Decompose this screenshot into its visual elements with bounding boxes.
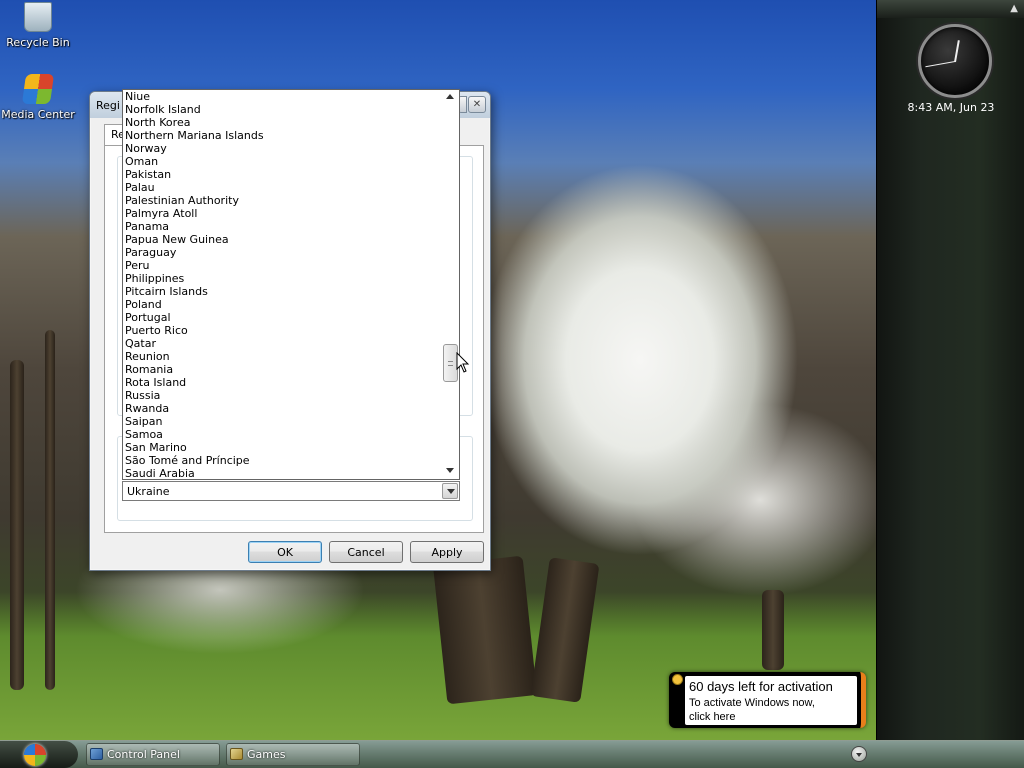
country-list-item[interactable]: São Tomé and Príncipe (123, 454, 443, 467)
close-icon: ✕ (472, 99, 482, 110)
recycle-bin-icon (24, 2, 52, 32)
tree-trunk (10, 360, 24, 690)
taskbar-item-games[interactable]: Games (226, 743, 360, 766)
clock-hour-hand (954, 40, 960, 63)
country-list-item[interactable]: Northern Mariana Islands (123, 129, 443, 142)
ok-button[interactable]: OK (248, 541, 322, 563)
country-list-item[interactable]: Pitcairn Islands (123, 285, 443, 298)
country-list-item[interactable]: Palau (123, 181, 443, 194)
list-scrollbar[interactable] (442, 90, 459, 479)
chevron-down-icon (447, 489, 455, 494)
country-items: Niue Norfolk Island North Korea Northern Ma… (123, 90, 443, 479)
tree-trunk (762, 590, 784, 670)
combobox-value: Ukraine (127, 485, 170, 498)
notification-link[interactable]: click here (689, 711, 735, 723)
desktop-icon-recycle-bin[interactable]: Recycle Bin (0, 0, 76, 49)
tray-expand-button[interactable] (851, 746, 867, 762)
country-list-item[interactable]: Romania (123, 363, 443, 376)
activation-notification[interactable]: 60 days left for activation To activate … (669, 672, 866, 728)
country-list-item[interactable]: Portugal (123, 311, 443, 324)
games-icon (230, 748, 243, 760)
country-list-item[interactable]: Norway (123, 142, 443, 155)
apply-button[interactable]: Apply (410, 541, 484, 563)
chevron-down-icon (856, 753, 862, 757)
country-list-item[interactable]: Russia (123, 389, 443, 402)
notification-text: To activate Windows now, (689, 697, 815, 709)
country-list-item[interactable]: Palestinian Authority (123, 194, 443, 207)
key-icon (672, 674, 683, 685)
country-list-item[interactable]: Qatar (123, 337, 443, 350)
country-list-item[interactable]: Philippines (123, 272, 443, 285)
dialog-title: Regi (96, 99, 120, 112)
country-list-item[interactable]: Oman (123, 155, 443, 168)
country-list-item[interactable]: Saudi Arabia (123, 467, 443, 479)
tree-trunk (432, 555, 538, 705)
notification-title: 60 days left for activation (689, 679, 833, 694)
cancel-button[interactable]: Cancel (329, 541, 403, 563)
country-list-item[interactable]: Peru (123, 259, 443, 272)
desktop-icon-media-center[interactable]: Media Center (0, 72, 76, 121)
country-dropdown-list[interactable]: Niue Norfolk Island North Korea Northern Ma… (122, 89, 460, 480)
country-list-item[interactable]: Paraguay (123, 246, 443, 259)
mouse-pointer-icon (456, 352, 470, 373)
start-button[interactable] (0, 741, 78, 768)
sidebar-menu-icon[interactable]: ▲ (1010, 3, 1018, 14)
country-list-item[interactable]: Norfolk Island (123, 103, 443, 116)
tree-trunk (45, 330, 55, 690)
country-list-item[interactable]: Palmyra Atoll (123, 207, 443, 220)
clock-minute-hand (925, 61, 956, 68)
media-center-icon (21, 74, 55, 104)
taskbar-item-control-panel[interactable]: Control Panel (86, 743, 220, 766)
country-list-item[interactable]: Rota Island (123, 376, 443, 389)
country-list-item[interactable]: Pakistan (123, 168, 443, 181)
tree-trunk (530, 557, 600, 703)
country-list-item[interactable]: Poland (123, 298, 443, 311)
country-list-item[interactable]: Puerto Rico (123, 324, 443, 337)
control-panel-icon (90, 748, 103, 760)
country-list-item[interactable]: Panama (123, 220, 443, 233)
desktop-icon-label: Media Center (1, 108, 75, 121)
country-list-item[interactable]: Rwanda (123, 402, 443, 415)
country-list-item[interactable]: North Korea (123, 116, 443, 129)
country-list-item[interactable]: Papua New Guinea (123, 233, 443, 246)
country-list-item[interactable]: Saipan (123, 415, 443, 428)
country-list-item[interactable]: San Marino (123, 441, 443, 454)
scroll-up-arrow-icon[interactable] (446, 94, 454, 99)
close-button[interactable]: ✕ (468, 96, 486, 113)
combobox-dropdown-button[interactable] (442, 483, 458, 499)
clock-time-label: 8:43 AM, Jun 23 (907, 101, 995, 114)
notification-body[interactable]: 60 days left for activation To activate … (685, 676, 857, 725)
country-list-item[interactable]: Samoa (123, 428, 443, 441)
taskbar: Control Panel Games (0, 740, 1024, 768)
scroll-down-arrow-icon[interactable] (446, 468, 454, 473)
clock-gadget[interactable] (918, 24, 992, 98)
desktop-icon-label: Recycle Bin (6, 36, 70, 49)
country-list-item[interactable]: Reunion (123, 350, 443, 363)
windows-logo-icon (24, 744, 46, 766)
scroll-grip-icon (448, 361, 453, 366)
country-combobox[interactable]: Ukraine (122, 481, 460, 501)
country-list-item[interactable]: Niue (123, 90, 443, 103)
sidebar-header: ▲ (877, 0, 1024, 18)
windows-sidebar: ▲ 8:43 AM, Jun 23 (876, 0, 1024, 740)
taskbar-item-label: Control Panel (107, 748, 180, 761)
taskbar-item-label: Games (247, 748, 286, 761)
